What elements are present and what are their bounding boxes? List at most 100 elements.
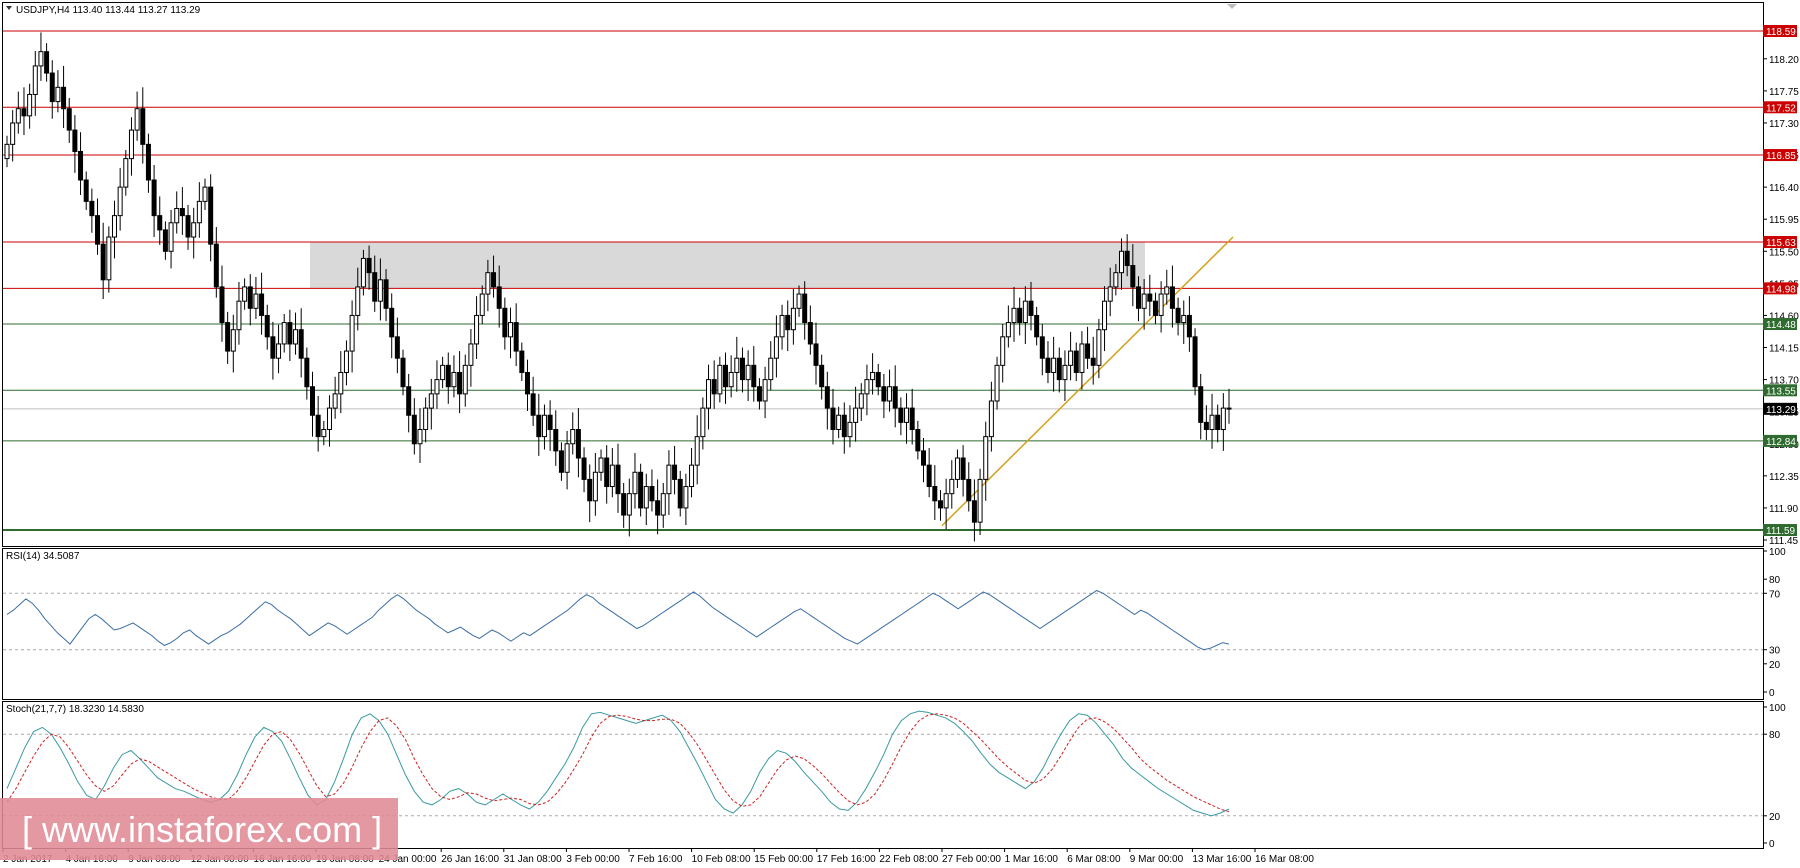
candle-up (242, 286, 248, 302)
x-tick-label: 31 Jan 08:00 (504, 854, 562, 865)
candle-up (949, 478, 955, 495)
candle-down (581, 457, 587, 480)
rsi-header: RSI(14) 34.5087 (6, 551, 80, 562)
candle-down (756, 386, 762, 402)
candle-up (417, 429, 423, 445)
candle-up (689, 464, 695, 488)
candle-down (95, 215, 101, 245)
candle-up (1220, 407, 1226, 431)
candle-up (570, 429, 576, 445)
candle-down (21, 108, 27, 117)
candle-up (609, 464, 615, 488)
candle-up (440, 364, 446, 381)
candle-down (1039, 336, 1045, 359)
candle-down (502, 307, 508, 338)
x-tick-label: 1 Mar 16:00 (1005, 854, 1059, 865)
candle-down (711, 379, 717, 395)
candle-up (1119, 250, 1125, 274)
y-tick-label: 117.30 (1769, 119, 1799, 130)
candle-up (598, 457, 604, 473)
candle-down (1203, 421, 1209, 431)
candle-up (954, 457, 960, 480)
y-tick-label: 115.95 (1769, 215, 1799, 226)
candle-down (100, 243, 106, 281)
y-tick-label: 100 (1769, 547, 1786, 558)
candle-down (547, 414, 553, 431)
candle-up (134, 108, 140, 131)
candle-up (988, 400, 994, 438)
candle-up (864, 379, 870, 395)
y-tick-label: 80 (1769, 730, 1781, 741)
candle-down (677, 478, 683, 509)
dropdown-arrow-icon[interactable] (6, 6, 12, 10)
candle-down (1085, 343, 1091, 359)
candle-down (1198, 386, 1204, 423)
candle-down (672, 464, 678, 480)
candle-down (649, 486, 655, 502)
candle-up (128, 129, 134, 160)
candle-up (174, 208, 180, 224)
candle-up (111, 215, 117, 238)
x-tick-label: 27 Feb 00:00 (942, 854, 1001, 865)
candle-down (830, 407, 836, 431)
candle-down (411, 414, 417, 445)
candle-up (434, 379, 440, 395)
candle-up (343, 350, 349, 373)
candle-down (921, 450, 926, 466)
candle-up (541, 414, 547, 438)
candle-down (162, 229, 168, 252)
candle-down (145, 143, 151, 181)
candle-up (191, 222, 197, 238)
candle-up (168, 222, 174, 252)
candle-down (898, 407, 904, 423)
candle-down (247, 286, 253, 309)
candle-down (909, 407, 915, 431)
candle-down (89, 200, 95, 217)
level-label: 115.63 (1766, 238, 1796, 249)
candle-up (55, 86, 61, 103)
x-tick-label: 26 Jan 16:00 (441, 854, 499, 865)
candle-down (915, 429, 921, 452)
candle-down (751, 364, 757, 388)
candle-down (932, 486, 938, 502)
candle-up (768, 357, 774, 381)
level-label: 114.48 (1766, 320, 1796, 331)
candle-down (937, 500, 943, 509)
candle-up (694, 436, 700, 466)
candle-up (10, 122, 16, 145)
candle-up (451, 371, 457, 388)
y-tick-label: 112.35 (1769, 472, 1799, 483)
candle-up (123, 158, 129, 188)
candle-up (196, 200, 202, 224)
candle-up (15, 108, 21, 124)
candle-down (1152, 300, 1158, 316)
candle-down (813, 343, 819, 366)
candle-down (553, 429, 559, 452)
candle-up (32, 65, 38, 95)
candle-down (807, 322, 813, 345)
candle-down (1056, 357, 1062, 381)
candle-up (508, 322, 514, 338)
symbol-header: USDJPY,H4 113.40 113.44 113.27 113.29 (16, 5, 201, 16)
y-tick-label: 30 (1769, 646, 1781, 657)
candle-down (960, 457, 966, 480)
candle-up (762, 379, 768, 402)
candle-down (61, 86, 67, 110)
candle-down (157, 215, 163, 231)
candle-up (1068, 350, 1074, 366)
candle-up (983, 436, 989, 480)
candle-down (1017, 307, 1023, 324)
scroll-marker-icon[interactable] (1227, 4, 1237, 9)
candle-down (310, 386, 315, 416)
candle-down (83, 179, 89, 202)
candle-up (632, 471, 638, 495)
candle-down (892, 386, 898, 409)
candle-down (966, 478, 972, 502)
candle-up (734, 357, 740, 373)
candle-down (519, 350, 525, 373)
candle-up (1102, 300, 1108, 331)
candle-down (259, 293, 265, 316)
candle-down (1215, 414, 1221, 431)
y-tick-label: 70 (1769, 589, 1781, 600)
x-tick-label: 17 Feb 16:00 (817, 854, 876, 865)
